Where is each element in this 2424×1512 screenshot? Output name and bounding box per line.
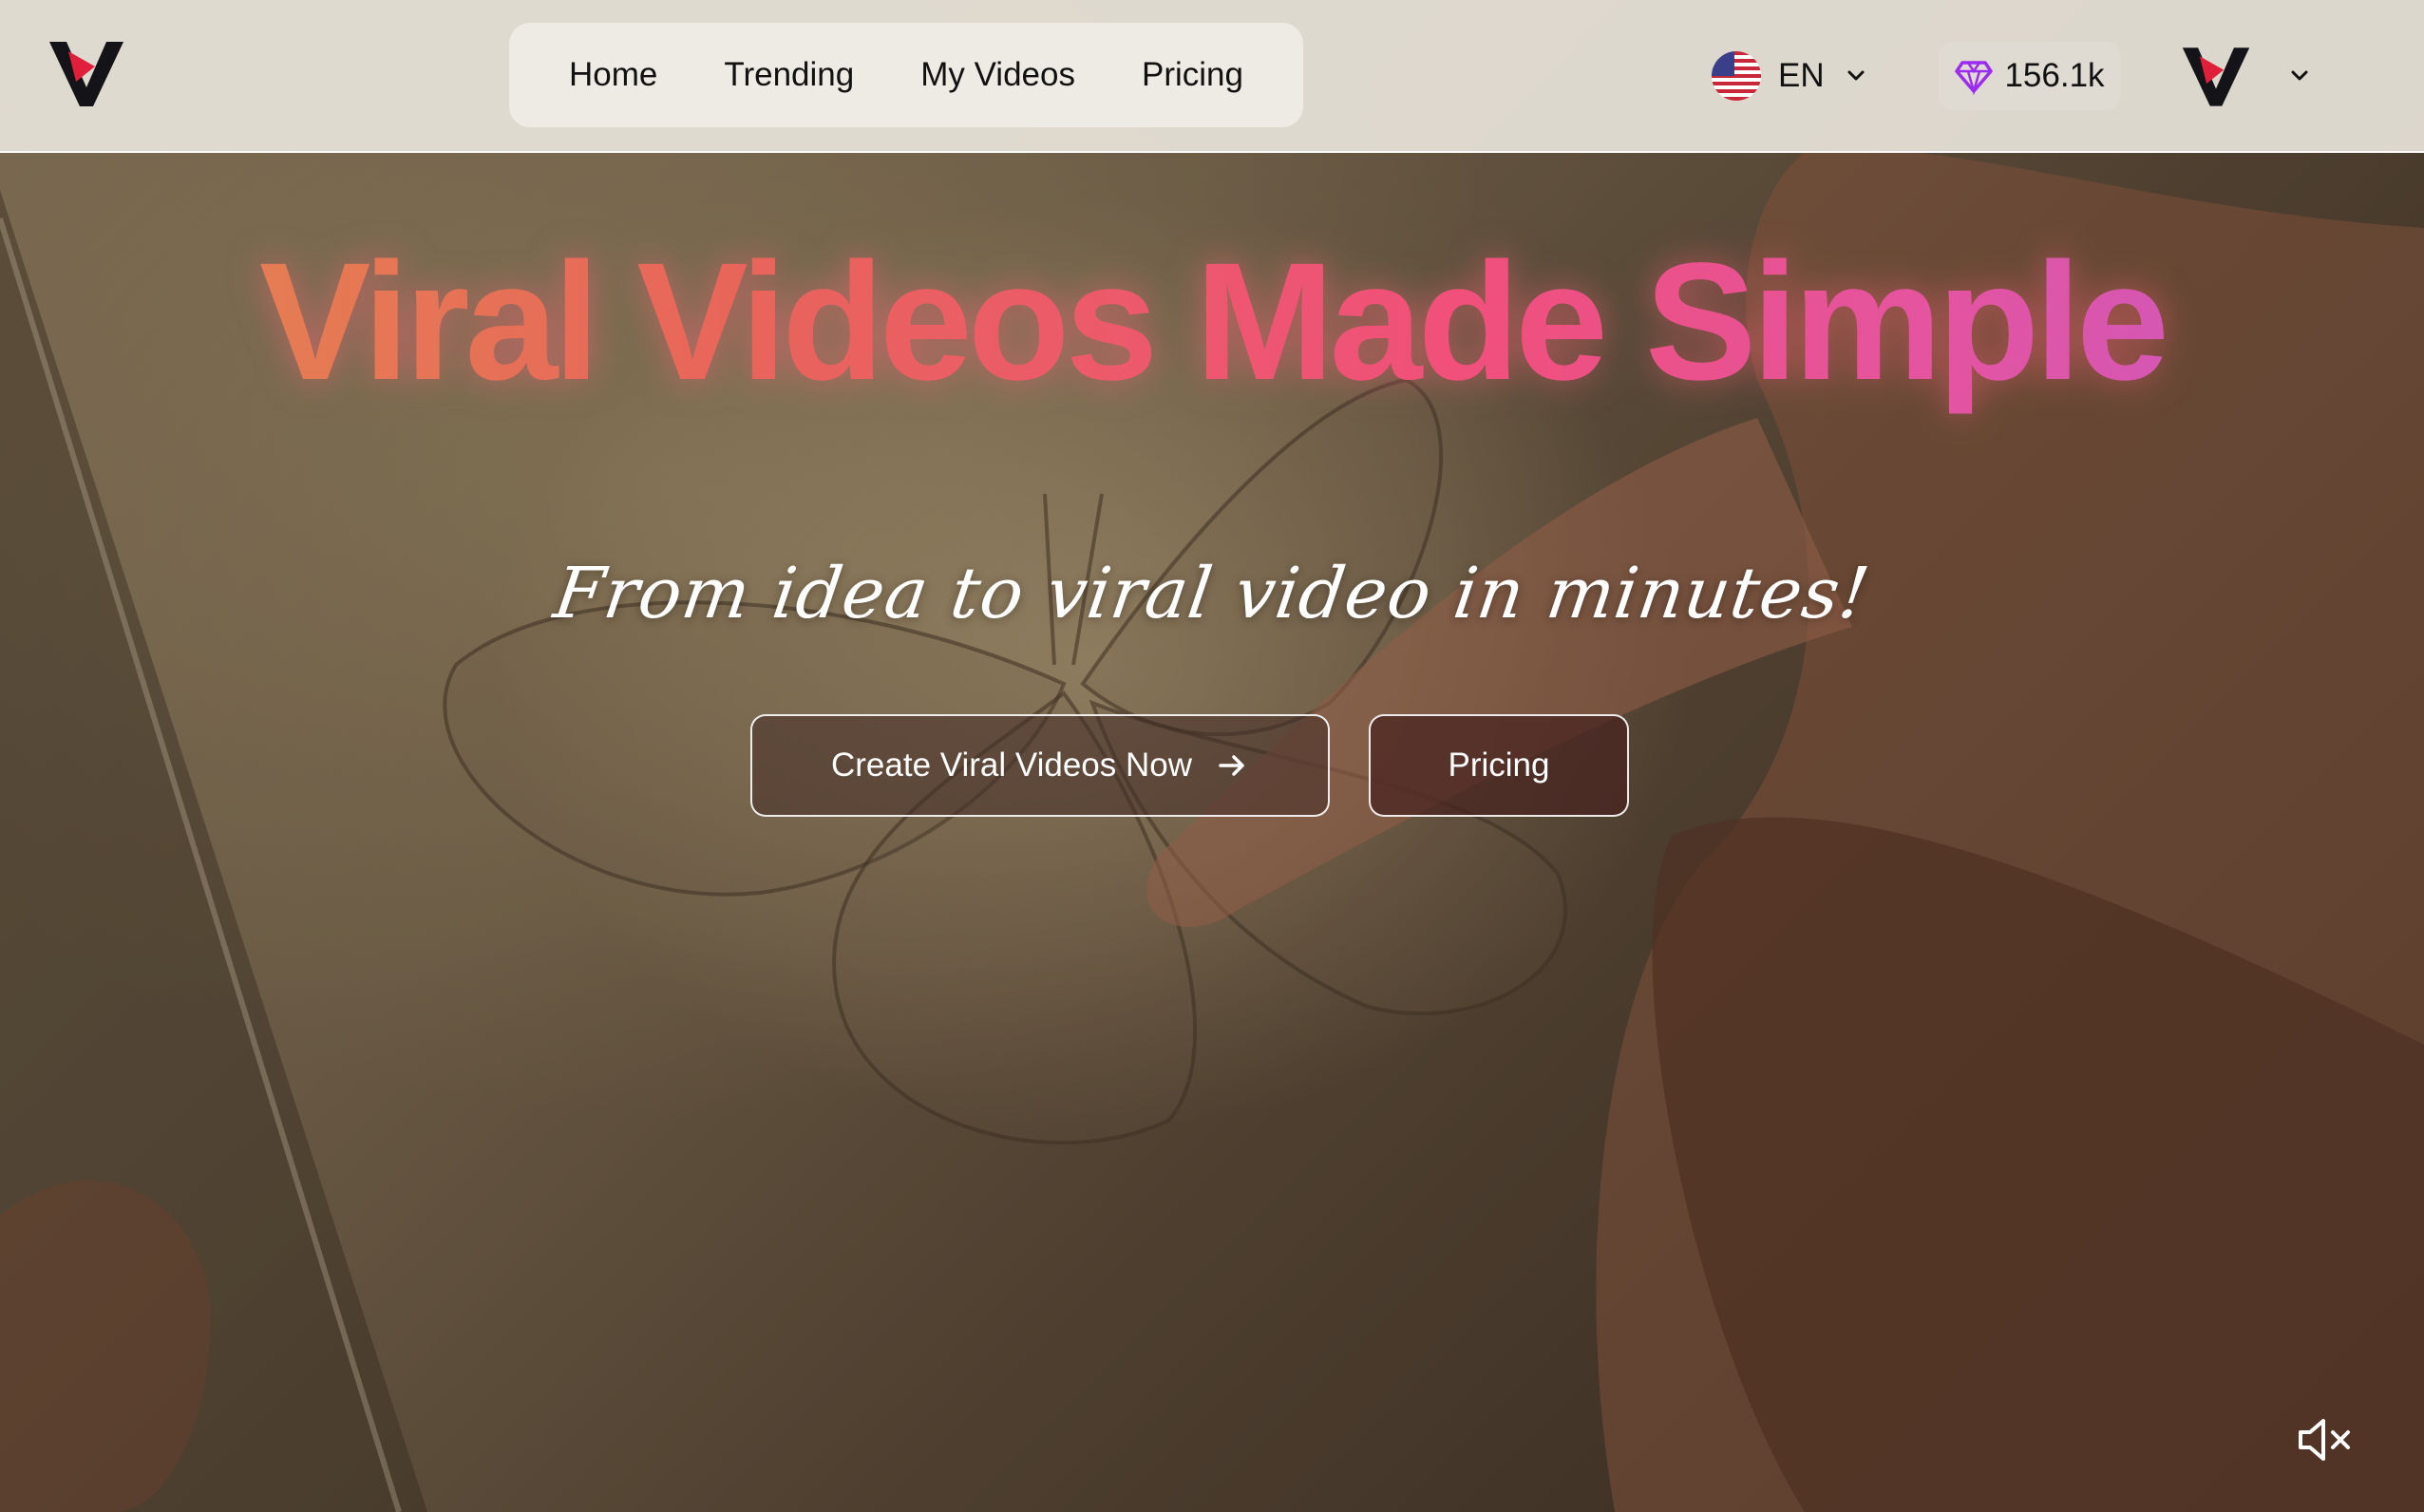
main-nav: Home Trending My Videos Pricing [509,23,1303,127]
create-viral-videos-button[interactable]: Create Viral Videos Now [750,714,1330,817]
volume-muted-icon[interactable] [2295,1413,2356,1466]
account-menu[interactable] [2181,38,2314,114]
us-flag-icon [1712,51,1761,101]
v-logo-icon [49,42,123,106]
pricing-button[interactable]: Pricing [1369,714,1629,817]
nav-my-videos[interactable]: My Videos [907,47,1089,104]
avatar [2181,41,2251,111]
credits-badge[interactable]: 156.1k [1939,42,2121,110]
nav-home[interactable]: Home [556,47,671,104]
language-code: EN [1778,57,1825,94]
pricing-button-label: Pricing [1448,747,1550,784]
brand-logo[interactable] [47,38,125,108]
arrow-right-icon [1215,748,1249,783]
hero-subtitle: From idea to viral video in minutes! [549,553,1875,634]
nav-pricing[interactable]: Pricing [1128,47,1257,104]
credits-value: 156.1k [2004,57,2105,94]
chevron-down-icon [1842,62,1870,90]
language-selector[interactable]: EN [1712,49,1870,103]
nav-trending[interactable]: Trending [710,47,867,104]
create-button-label: Create Viral Videos Now [830,747,1192,784]
hero-title: Viral Videos Made Simple [0,226,2424,418]
chevron-down-icon [2285,62,2314,90]
diamond-icon [1955,57,1994,96]
top-navigation-bar: Home Trending My Videos Pricing EN 156.1… [0,0,2424,153]
